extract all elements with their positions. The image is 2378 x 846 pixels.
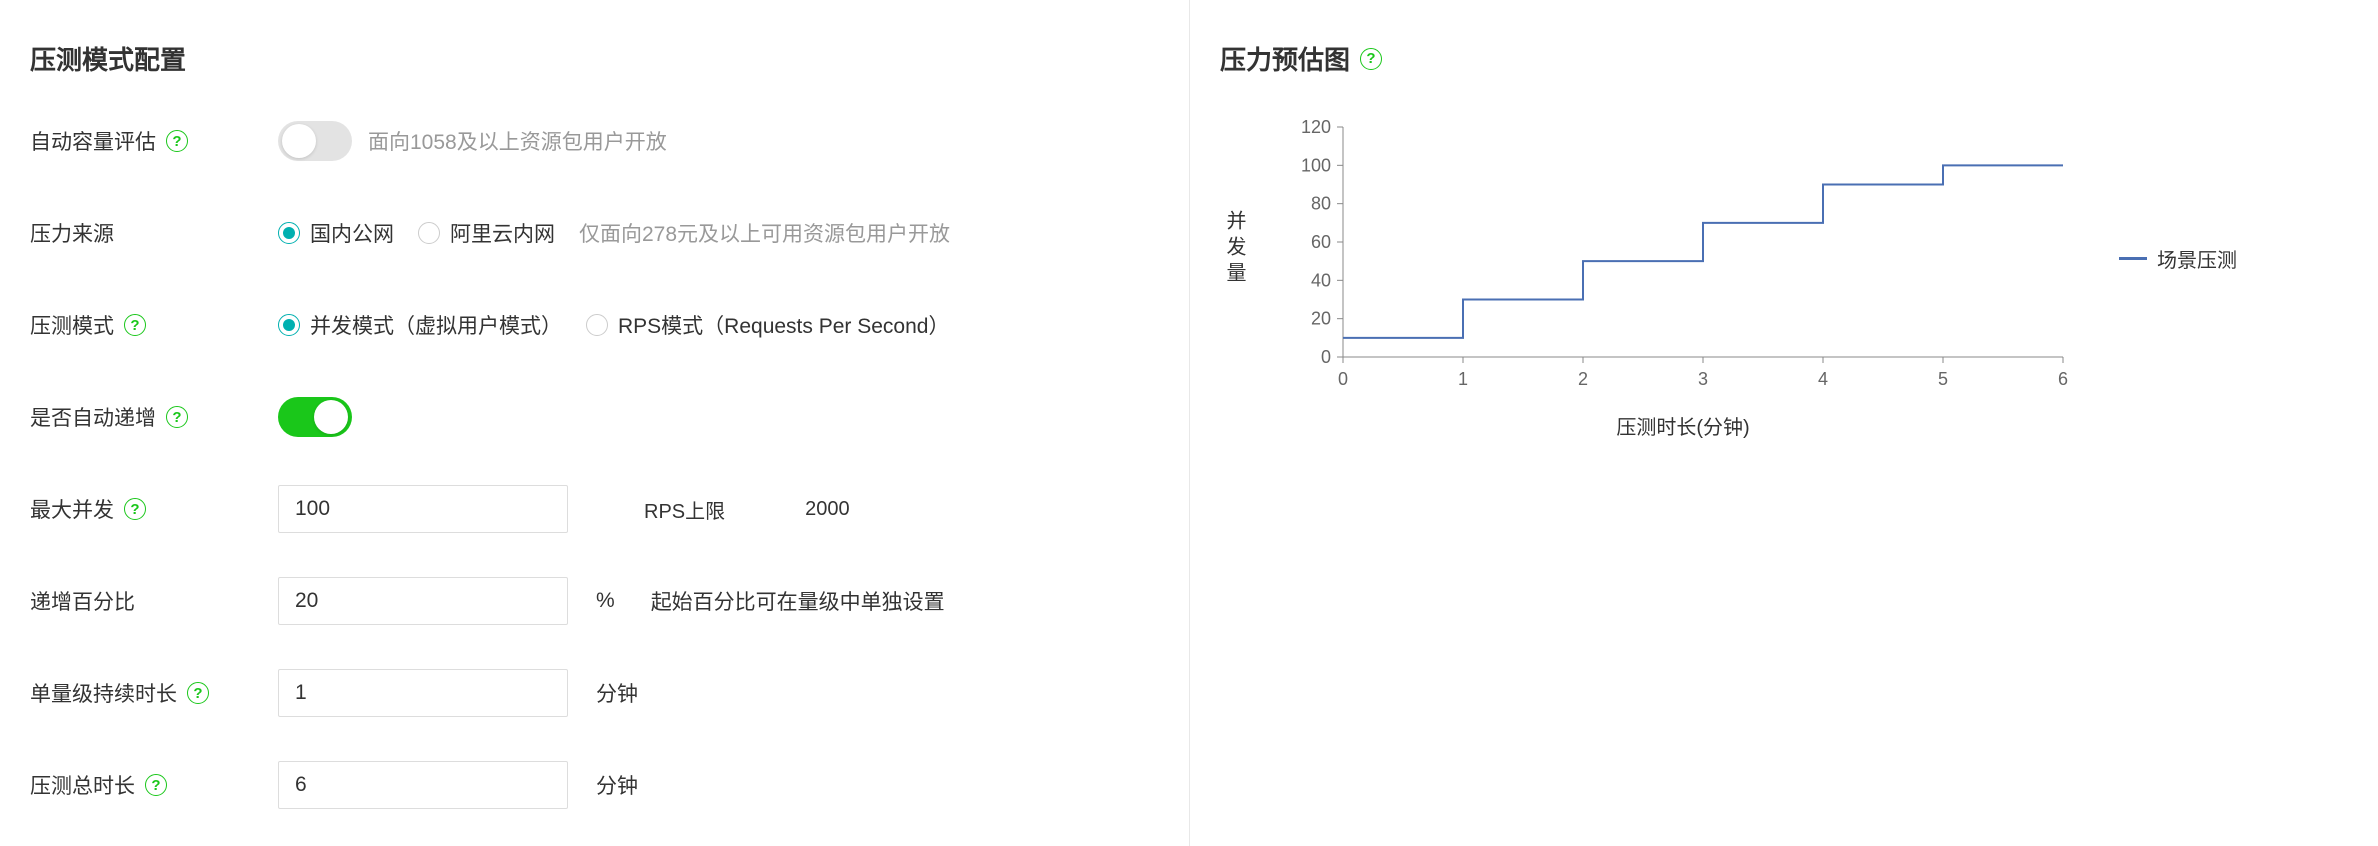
row-increment-pct: 递增百分比 % 起始百分比可在量级中单独设置: [30, 577, 1159, 625]
radio-concurrency-mode[interactable]: 并发模式（虚拟用户模式）: [278, 310, 562, 340]
row-auto-capacity: 自动容量评估 ? 面向1058及以上资源包用户开放: [30, 117, 1159, 165]
svg-text:3: 3: [1698, 369, 1708, 389]
radio-label: 并发模式（虚拟用户模式）: [310, 310, 562, 340]
increment-pct-hint: 起始百分比可在量级中单独设置: [651, 586, 945, 616]
help-icon[interactable]: ?: [166, 130, 188, 152]
chart: 0 20 40 60 80 100 120 0 1 2 3 4 5 6 压测时长(分钟): [1283, 117, 2083, 440]
row-max-concurrency: 最大并发 ? RPS上限 2000: [30, 485, 1159, 533]
auto-increment-label: 是否自动递增: [30, 402, 156, 432]
auto-capacity-label: 自动容量评估: [30, 126, 156, 156]
total-duration-label: 压测总时长: [30, 770, 135, 800]
max-concurrency-label: 最大并发: [30, 494, 114, 524]
legend-dash-icon: [2119, 257, 2147, 260]
row-total-duration: 压测总时长 ? 分钟: [30, 761, 1159, 809]
config-panel: 压测模式配置 自动容量评估 ? 面向1058及以上资源包用户开放 压力来源: [0, 0, 1190, 846]
svg-text:0: 0: [1321, 347, 1331, 367]
chart-legend: 场景压测: [2119, 244, 2237, 273]
chart-svg: 0 20 40 60 80 100 120 0 1 2 3 4 5 6: [1283, 117, 2083, 397]
chart-xlabel: 压测时长(分钟): [1283, 411, 2083, 440]
radio-label: RPS模式（Requests Per Second）: [618, 310, 949, 340]
rps-limit-value: 2000: [805, 498, 850, 521]
row-pressure-source: 压力来源 国内公网 阿里云内网 仅面向278元及以上可用资源包用户开放: [30, 209, 1159, 257]
svg-text:80: 80: [1311, 194, 1331, 214]
step-duration-input[interactable]: [278, 669, 568, 717]
help-icon[interactable]: ?: [145, 774, 167, 796]
step-duration-label: 单量级持续时长: [30, 678, 177, 708]
svg-text:4: 4: [1818, 369, 1828, 389]
legend-label: 场景压测: [2157, 244, 2237, 273]
increment-pct-label: 递增百分比: [30, 586, 135, 616]
auto-increment-toggle[interactable]: [278, 397, 352, 437]
svg-text:60: 60: [1311, 232, 1331, 252]
svg-text:20: 20: [1311, 309, 1331, 329]
help-icon[interactable]: ?: [187, 682, 209, 704]
config-title: 压测模式配置: [30, 40, 1159, 77]
increment-pct-unit: %: [596, 589, 615, 613]
svg-text:40: 40: [1311, 270, 1331, 290]
increment-pct-input[interactable]: [278, 577, 568, 625]
svg-text:2: 2: [1578, 369, 1588, 389]
rps-limit-label: RPS上限: [644, 495, 725, 524]
pressure-source-label: 压力来源: [30, 218, 114, 248]
svg-text:120: 120: [1301, 117, 1331, 137]
row-step-duration: 单量级持续时长 ? 分钟: [30, 669, 1159, 717]
pressure-source-hint: 仅面向278元及以上可用资源包用户开放: [579, 218, 950, 248]
svg-text:100: 100: [1301, 155, 1331, 175]
step-duration-unit: 分钟: [596, 678, 638, 708]
svg-text:0: 0: [1338, 369, 1348, 389]
radio-aliyun-intranet[interactable]: 阿里云内网: [418, 218, 555, 248]
help-icon[interactable]: ?: [124, 314, 146, 336]
svg-text:6: 6: [2058, 369, 2068, 389]
svg-text:5: 5: [1938, 369, 1948, 389]
total-duration-unit: 分钟: [596, 770, 638, 800]
radio-label: 阿里云内网: [450, 218, 555, 248]
help-icon[interactable]: ?: [1360, 48, 1382, 70]
svg-text:1: 1: [1458, 369, 1468, 389]
radio-rps-mode[interactable]: RPS模式（Requests Per Second）: [586, 310, 949, 340]
preview-panel: 压力预估图 ? 并发量 0 20 40 60 80 100 120 0 1 2 3 4 5 6 压测时长(…: [1190, 0, 2378, 846]
total-duration-input[interactable]: [278, 761, 568, 809]
preview-title-text: 压力预估图: [1220, 40, 1350, 77]
max-concurrency-input[interactable]: [278, 485, 568, 533]
radio-domestic-public[interactable]: 国内公网: [278, 218, 394, 248]
preview-title: 压力预估图 ?: [1220, 40, 2348, 77]
row-auto-increment: 是否自动递增 ?: [30, 393, 1159, 441]
chart-ylabel: 并发量: [1220, 210, 1249, 288]
row-pressure-mode: 压测模式 ? 并发模式（虚拟用户模式） RPS模式（Requests Per S…: [30, 301, 1159, 349]
config-title-text: 压测模式配置: [30, 40, 186, 77]
auto-capacity-toggle[interactable]: [278, 121, 352, 161]
help-icon[interactable]: ?: [166, 406, 188, 428]
auto-capacity-hint: 面向1058及以上资源包用户开放: [368, 126, 667, 156]
radio-label: 国内公网: [310, 218, 394, 248]
help-icon[interactable]: ?: [124, 498, 146, 520]
pressure-mode-label: 压测模式: [30, 310, 114, 340]
